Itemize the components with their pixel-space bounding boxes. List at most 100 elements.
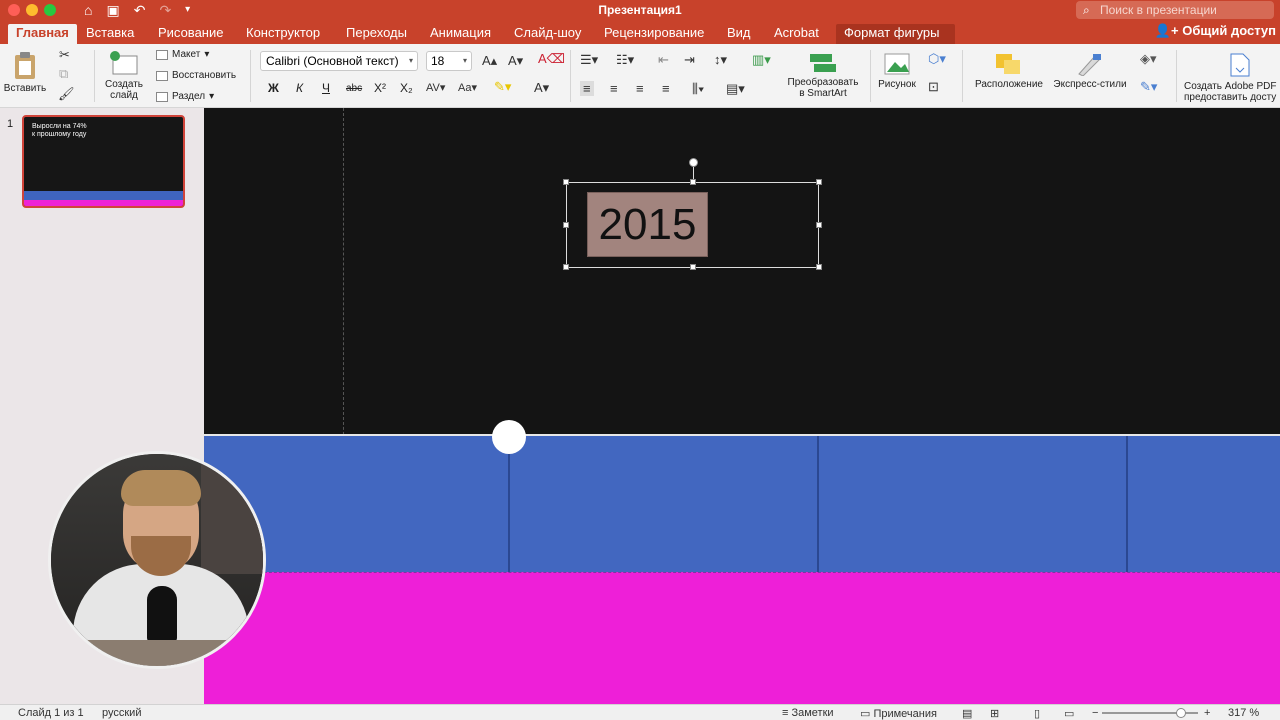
decrease-indent-icon[interactable]: ⇤: [658, 52, 669, 68]
increase-font-icon[interactable]: A▴: [482, 53, 497, 69]
align-center-icon[interactable]: ≡: [610, 81, 618, 96]
bullets-icon[interactable]: ☰▾: [580, 52, 598, 68]
numbering-icon[interactable]: ☷▾: [616, 52, 634, 68]
timeline-marker[interactable]: [492, 420, 526, 454]
pdf-label-1: Создать Adobe PDF: [1184, 81, 1277, 92]
new-slide-label-2: слайд: [110, 90, 138, 101]
font-name-select[interactable]: Calibri (Основной текст) ▾: [260, 51, 418, 71]
language-status[interactable]: русский: [102, 707, 141, 719]
strikethrough-button[interactable]: abc: [346, 83, 362, 94]
tab-home[interactable]: Главная: [8, 24, 77, 44]
search-input[interactable]: ⌕ Поиск в презентации: [1076, 1, 1274, 19]
search-placeholder: Поиск в презентации: [1100, 3, 1217, 17]
slide-thumbnail[interactable]: Выросли на 74% к прошлому году: [22, 115, 185, 208]
convert-smartart-button[interactable]: Преобразовать в SmartArt: [778, 52, 868, 99]
font-size-select[interactable]: 18 ▾: [426, 51, 472, 71]
quick-styles-button[interactable]: Экспресс-стили: [1048, 52, 1132, 90]
resize-handle-e[interactable]: [816, 222, 822, 228]
decrease-font-icon[interactable]: A▾: [508, 53, 523, 69]
picture-label: Рисунок: [878, 79, 916, 90]
zoom-level[interactable]: 317 %: [1228, 707, 1259, 719]
pink-band[interactable]: [204, 572, 1280, 704]
tab-slideshow[interactable]: Слайд-шоу: [506, 24, 589, 44]
tab-draw[interactable]: Рисование: [150, 24, 231, 44]
superscript-button[interactable]: X²: [374, 81, 386, 95]
slide-sorter-icon[interactable]: ⊞: [990, 707, 999, 720]
line-spacing-icon[interactable]: ↕▾: [714, 52, 727, 68]
slide-canvas[interactable]: 2015: [204, 108, 1280, 704]
blue-band[interactable]: [204, 436, 1280, 572]
chevron-down-icon: ▾: [204, 49, 210, 60]
paste-button[interactable]: Вставить: [3, 50, 47, 94]
tab-insert[interactable]: Вставка: [78, 24, 142, 44]
new-slide-button[interactable]: Создать слайд: [102, 50, 146, 101]
notes-button[interactable]: ≡ Заметки: [782, 707, 834, 719]
thumbnail-pink-band: [24, 200, 183, 206]
align-right-icon[interactable]: ≡: [636, 81, 644, 96]
zoom-out-icon[interactable]: −: [1092, 707, 1098, 719]
pdf-label-2: предоставить досту: [1184, 92, 1277, 103]
picture-button[interactable]: Рисунок: [874, 52, 920, 90]
resize-handle-sw[interactable]: [563, 264, 569, 270]
desk: [51, 640, 263, 666]
tab-acrobat[interactable]: Acrobat: [766, 24, 827, 44]
zoom-in-icon[interactable]: +: [1204, 707, 1210, 719]
highlight-icon[interactable]: ✎▾: [494, 79, 511, 95]
font-size-value: 18: [431, 54, 445, 68]
font-color-icon[interactable]: A▾: [534, 80, 549, 96]
textbox-icon[interactable]: ⊡: [928, 79, 939, 95]
resize-handle-ne[interactable]: [816, 179, 822, 185]
tab-view[interactable]: Вид: [719, 24, 759, 44]
shape-fill-icon[interactable]: ◈▾: [1140, 51, 1157, 67]
selected-text-box[interactable]: 2015: [563, 158, 822, 270]
slide-number: 1: [7, 118, 14, 130]
bold-button[interactable]: Ж: [268, 81, 279, 95]
thumbnail-line-1: Выросли на 74%: [32, 123, 87, 130]
shapes-icon[interactable]: ⬡▾: [928, 51, 946, 67]
arrange-button[interactable]: Расположение: [970, 52, 1048, 90]
new-slide-label-1: Создать: [104, 79, 143, 90]
tab-animations[interactable]: Анимация: [422, 24, 499, 44]
subscript-button[interactable]: X₂: [400, 81, 413, 95]
copy-icon[interactable]: ⧉: [59, 66, 68, 82]
arrange-label: Расположение: [975, 79, 1043, 90]
columns-icon[interactable]: ▥▾: [752, 52, 771, 68]
comments-button[interactable]: ▭ Примечания: [860, 707, 937, 720]
shape-outline-icon[interactable]: ✎▾: [1140, 79, 1157, 95]
chevron-down-icon: ▾: [408, 56, 413, 65]
format-painter-icon[interactable]: 🖌: [58, 86, 75, 102]
resize-handle-w[interactable]: [563, 222, 569, 228]
webcam-shelf: [201, 454, 263, 574]
resize-handle-s[interactable]: [690, 264, 696, 270]
increase-indent-icon[interactable]: ⇥: [684, 52, 695, 68]
tab-shape-format[interactable]: Формат фигуры: [836, 24, 955, 44]
zoom-slider-thumb[interactable]: [1176, 708, 1186, 718]
reading-view-icon[interactable]: ▯: [1034, 707, 1040, 720]
layout-label: Макет: [172, 49, 201, 60]
tab-review[interactable]: Рецензирование: [596, 24, 712, 44]
share-button[interactable]: 👤+ Общий доступ: [1155, 23, 1276, 39]
layout-button[interactable]: Макет ▾: [156, 49, 209, 60]
tab-design[interactable]: Конструктор: [238, 24, 328, 44]
text-direction-icon[interactable]: ⫼▾: [692, 81, 704, 97]
character-spacing-icon[interactable]: AV▾: [426, 81, 445, 94]
align-text-icon[interactable]: ▤▾: [726, 81, 745, 97]
underline-button[interactable]: Ч: [322, 81, 330, 95]
italic-button[interactable]: К: [296, 81, 303, 95]
change-case-icon[interactable]: Aa▾: [458, 81, 477, 94]
align-left-icon[interactable]: ≡: [580, 81, 594, 96]
justify-icon[interactable]: ≡: [662, 81, 670, 96]
resize-handle-se[interactable]: [816, 264, 822, 270]
reset-button[interactable]: Восстановить: [156, 70, 236, 81]
cut-icon[interactable]: ✂: [59, 47, 70, 63]
create-pdf-button[interactable]: Создать Adobe PDF предоставить досту: [1184, 52, 1280, 103]
resize-handle-nw[interactable]: [563, 179, 569, 185]
section-button[interactable]: Раздел ▾: [156, 91, 214, 102]
clear-formatting-icon[interactable]: A⌫: [538, 51, 565, 67]
slideshow-view-icon[interactable]: ▭: [1064, 707, 1074, 720]
resize-handle-n[interactable]: [690, 179, 696, 185]
tab-transitions[interactable]: Переходы: [338, 24, 415, 44]
year-label[interactable]: 2015: [587, 192, 708, 257]
normal-view-icon[interactable]: ▤: [962, 707, 972, 720]
rotate-handle[interactable]: [689, 158, 698, 167]
